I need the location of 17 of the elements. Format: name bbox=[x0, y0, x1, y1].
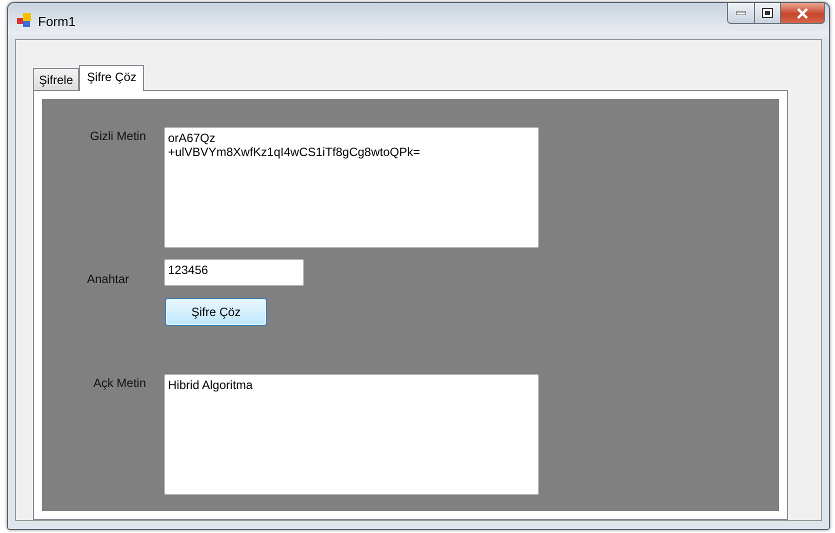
app-icon bbox=[17, 13, 31, 27]
minimize-icon bbox=[736, 11, 746, 15]
tab[interactable]: Şifrele bbox=[33, 68, 80, 90]
text-area[interactable]: orA67Qz +ulVBVYm8XwfKz1qI4wCS1iTf8gCg8wtoQPk= bbox=[164, 127, 539, 248]
input-field[interactable]: 123456 bbox=[164, 259, 304, 286]
text-area[interactable]: Hibrid Algoritma bbox=[164, 374, 539, 495]
field-label: Anahtar bbox=[86, 272, 129, 286]
field-label: Açk Metin bbox=[93, 376, 146, 392]
minimize-button[interactable] bbox=[727, 3, 755, 24]
maximize-icon bbox=[762, 8, 773, 18]
close-button[interactable] bbox=[781, 3, 825, 24]
tab[interactable]: Şifre Çöz bbox=[79, 65, 144, 91]
close-icon bbox=[796, 8, 809, 18]
maximize-button[interactable] bbox=[755, 3, 781, 24]
window-title: Form1 bbox=[38, 14, 76, 29]
field-label: Gizli Metin bbox=[90, 129, 146, 145]
decrypt-button[interactable]: Şifre Çöz bbox=[165, 298, 267, 326]
